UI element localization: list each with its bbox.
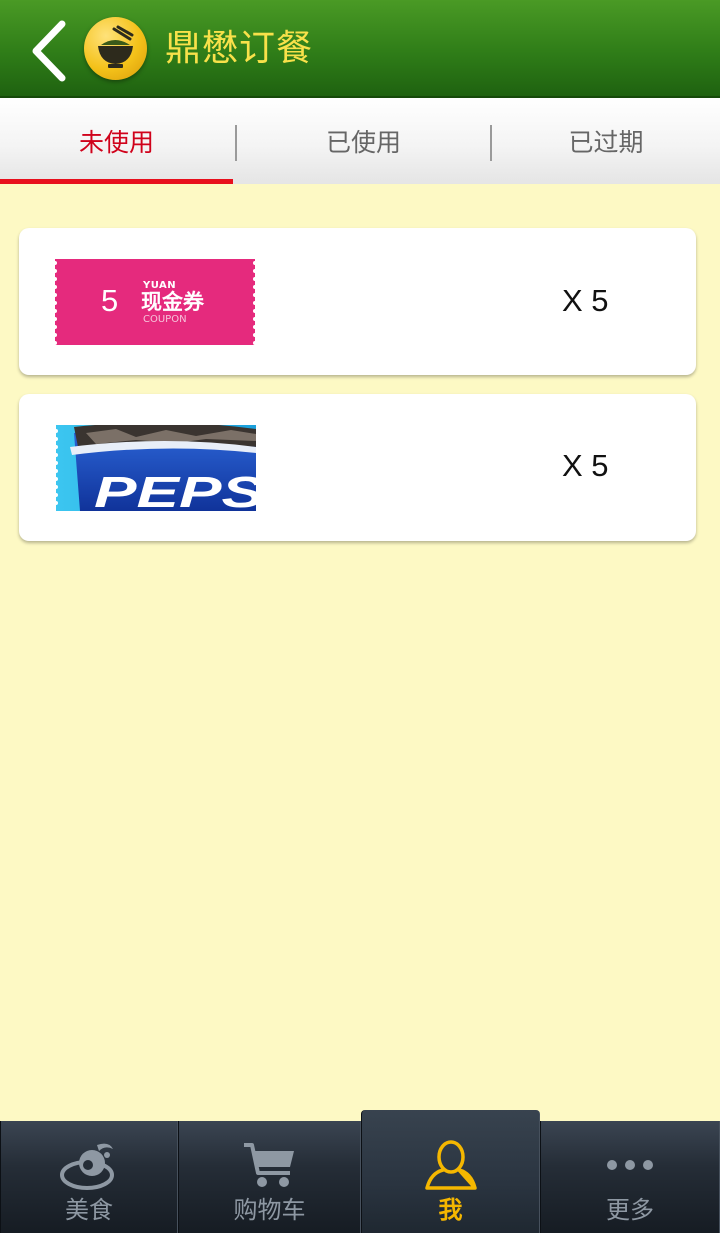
active-tab-indicator <box>0 179 233 184</box>
coupon-quantity: X 5 <box>562 283 609 318</box>
nav-label-more: 更多 <box>606 1196 654 1224</box>
pepsi-cup-image: PEPS <box>56 425 256 511</box>
coupon-amount: 5 <box>101 283 119 318</box>
rice-bowl-icon <box>98 25 134 68</box>
pepsi-image-text: PEPS <box>94 468 256 511</box>
back-button[interactable] <box>22 14 82 84</box>
more-icon <box>607 1160 653 1170</box>
tab-used[interactable]: 已使用 <box>237 98 490 184</box>
pepsi-coupon-image: PEPS <box>56 425 256 511</box>
coupon-status-tabs: 未使用 已使用 已过期 <box>0 98 720 184</box>
nav-label-food: 美食 <box>65 1196 113 1224</box>
coupon-label: 现金券 <box>141 290 204 314</box>
coupon-card-pepsi[interactable]: PEPS X 5 <box>19 394 696 541</box>
cash-coupon-image: 5 YUAN 现金券 COUPON <box>55 259 255 345</box>
nav-item-cart[interactable]: 购物车 <box>178 1121 361 1233</box>
nav-label-me: 我 <box>438 1196 463 1224</box>
nav-item-more[interactable]: 更多 <box>540 1121 720 1233</box>
tab-unused[interactable]: 未使用 <box>0 98 233 184</box>
app-logo <box>84 17 147 80</box>
bottom-navigation: 美食 购物车 我 更多 <box>0 1110 720 1233</box>
nav-item-me[interactable]: 我 <box>361 1110 540 1233</box>
coupon-en-text: COUPON <box>143 314 187 325</box>
coupon-card-cash[interactable]: 5 YUAN 现金券 COUPON X 5 <box>19 228 696 375</box>
nav-item-food[interactable]: 美食 <box>0 1121 178 1233</box>
cart-icon <box>243 1143 294 1187</box>
cash-coupon-ticket: 5 YUAN 现金券 COUPON <box>55 259 255 345</box>
food-icon <box>60 1143 114 1190</box>
app-header: 鼎懋订餐 <box>0 0 720 98</box>
tab-expired[interactable]: 已过期 <box>492 98 720 184</box>
coupon-quantity: X 5 <box>562 448 609 483</box>
nav-label-cart: 购物车 <box>233 1196 306 1224</box>
app-title: 鼎懋订餐 <box>165 28 314 69</box>
chevron-left-icon <box>32 20 66 82</box>
user-icon <box>424 1140 477 1190</box>
